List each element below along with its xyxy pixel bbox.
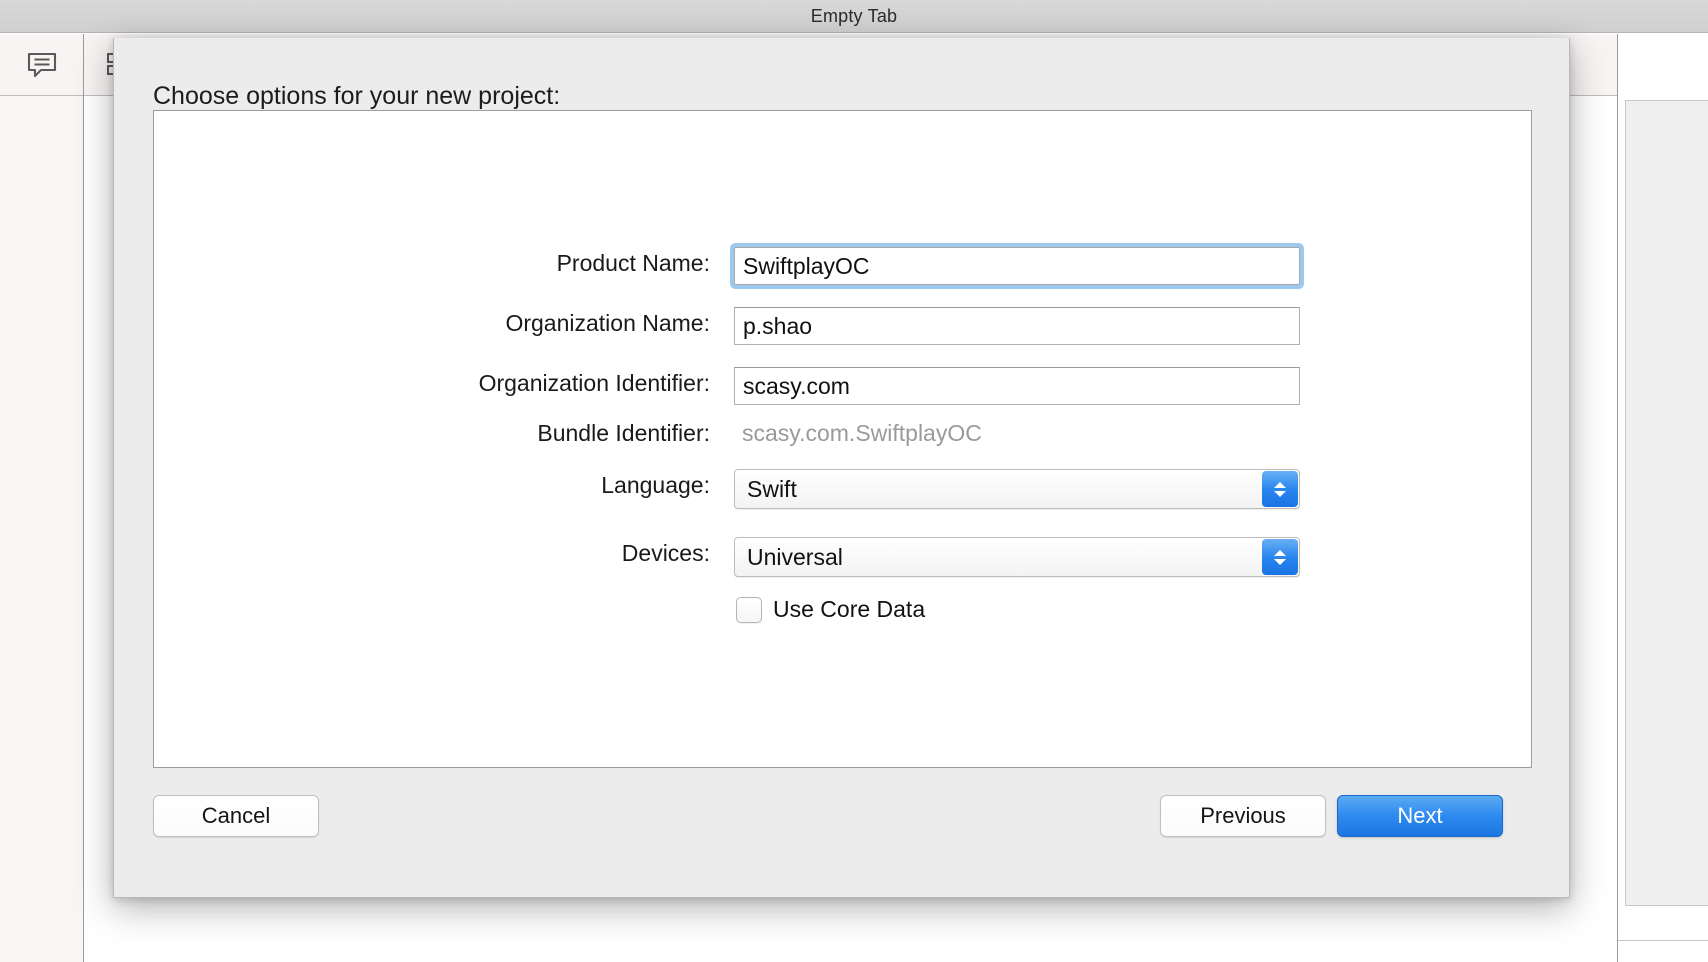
language-label: Language: <box>601 472 710 498</box>
navigator-divider[interactable] <box>83 34 84 962</box>
language-popup-button[interactable]: Swift <box>734 469 1300 509</box>
use-core-data-checkbox[interactable] <box>736 596 762 623</box>
product-name-input[interactable] <box>734 247 1300 285</box>
organization-identifier-label: Organization Identifier: <box>478 370 710 396</box>
form-row-language: Language: Swift <box>154 469 1531 515</box>
form-row-use-core-data: Use Core Data <box>154 596 1531 642</box>
form-row-organization-identifier: Organization Identifier: <box>154 367 1531 413</box>
window-titlebar: Empty Tab <box>0 0 1708 33</box>
devices-popup-button[interactable]: Universal <box>734 537 1300 577</box>
navigator-panel <box>0 96 83 962</box>
utilities-divider <box>1618 940 1708 941</box>
bundle-identifier-label: Bundle Identifier: <box>537 420 710 446</box>
new-project-options-dialog: Choose options for your new project: Pro… <box>113 38 1570 898</box>
form-row-bundle-identifier: Bundle Identifier: scasy.com.SwiftplayOC <box>154 417 1531 463</box>
use-core-data-label: Use Core Data <box>773 596 926 622</box>
dialog-content-panel: Product Name: Organization Name: Organiz… <box>153 110 1532 768</box>
comment-bubble-icon[interactable] <box>0 34 84 96</box>
next-button[interactable]: Next <box>1337 795 1503 837</box>
utilities-inspector-area <box>1625 100 1708 906</box>
bundle-identifier-value: scasy.com.SwiftplayOC <box>742 420 982 446</box>
form-row-devices: Devices: Universal <box>154 537 1531 583</box>
chevron-up-down-icon[interactable] <box>1262 539 1298 575</box>
use-core-data-checkbox-row[interactable]: Use Core Data <box>736 596 925 623</box>
devices-selected-value: Universal <box>747 544 843 570</box>
product-name-label: Product Name: <box>556 250 710 276</box>
dialog-heading: Choose options for your new project: <box>153 82 561 110</box>
cancel-button[interactable]: Cancel <box>153 795 319 837</box>
organization-name-input[interactable] <box>734 307 1300 345</box>
devices-label: Devices: <box>621 540 710 566</box>
utilities-divider-vertical[interactable] <box>1617 34 1618 962</box>
form-row-organization-name: Organization Name: <box>154 307 1531 353</box>
previous-button[interactable]: Previous <box>1160 795 1326 837</box>
window-title: Empty Tab <box>810 5 898 26</box>
chevron-up-down-icon[interactable] <box>1262 471 1298 507</box>
form-row-product-name: Product Name: <box>154 247 1531 293</box>
organization-identifier-input[interactable] <box>734 367 1300 405</box>
organization-name-label: Organization Name: <box>505 310 710 336</box>
language-selected-value: Swift <box>747 476 797 502</box>
